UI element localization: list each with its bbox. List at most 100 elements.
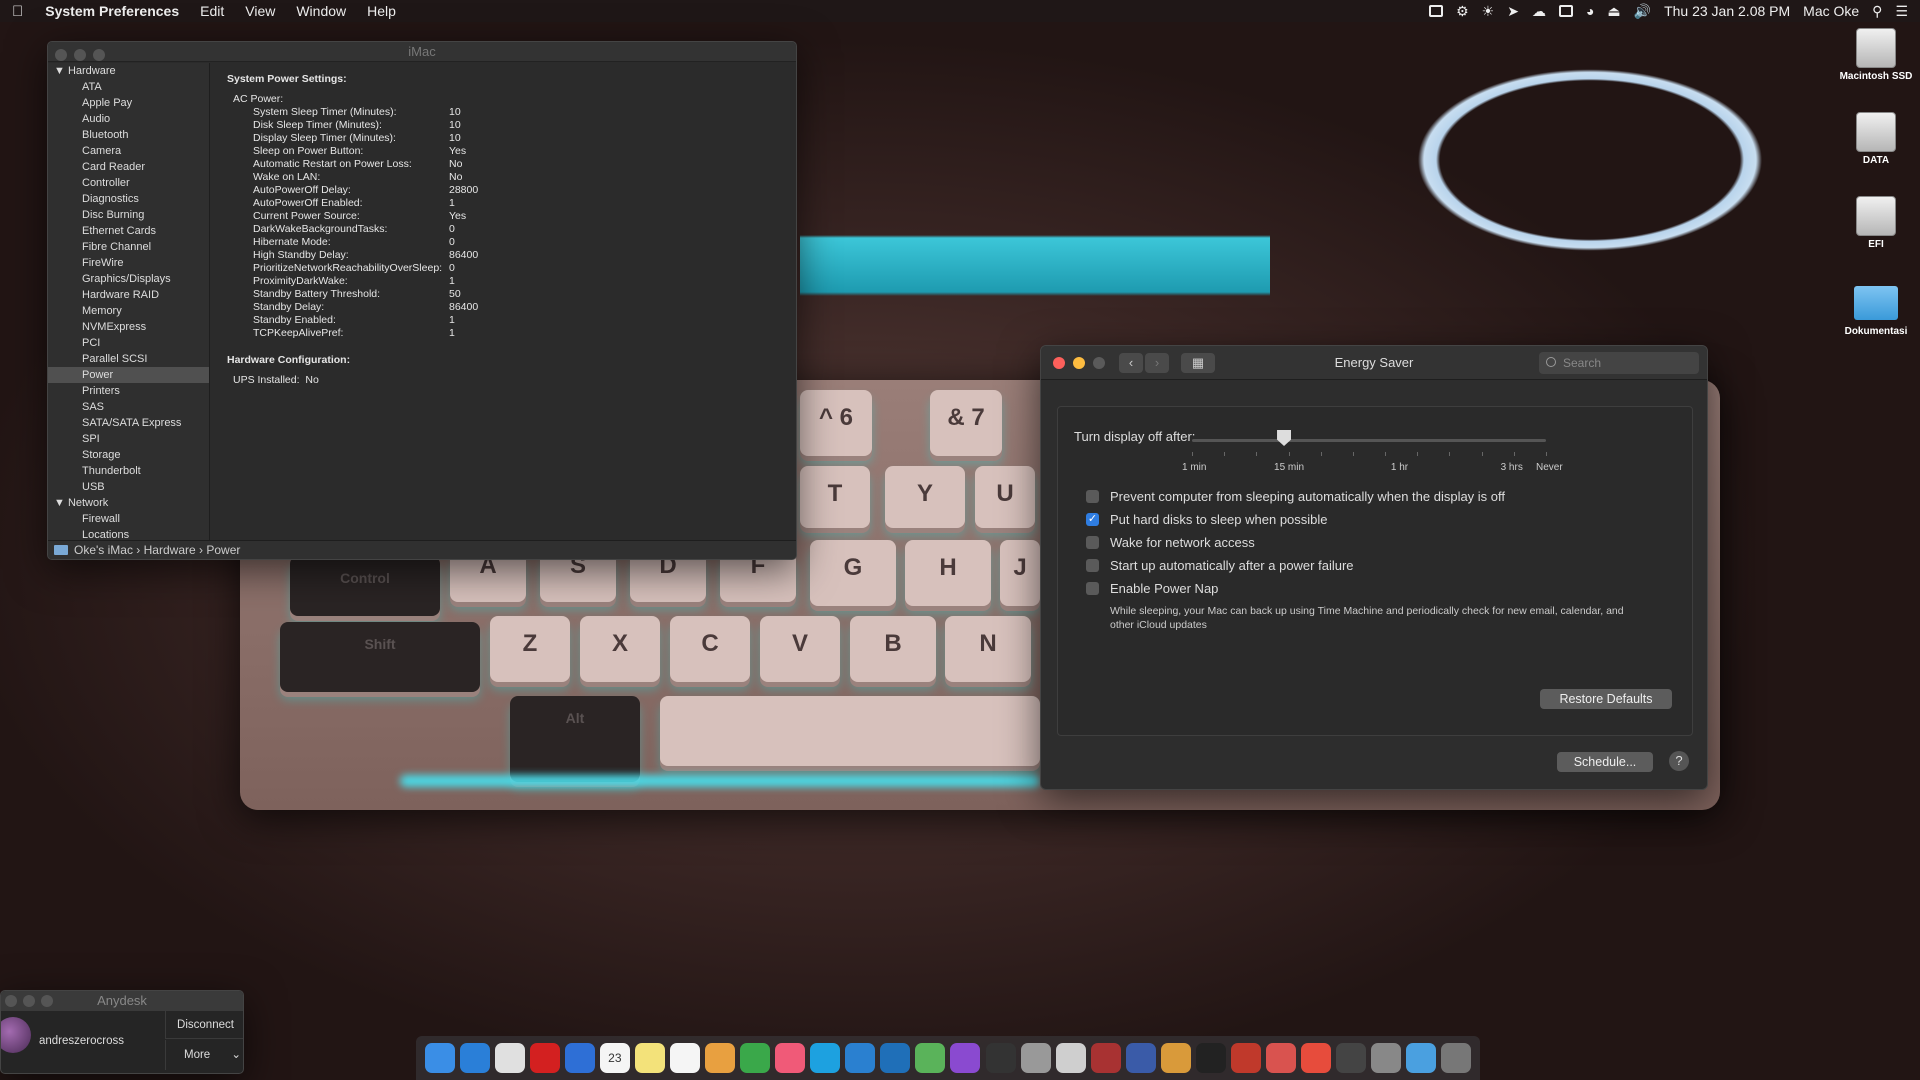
menu-window[interactable]: Window [296,3,346,19]
sidebar-item[interactable]: Memory [48,303,209,319]
sidebar-item[interactable]: Disc Burning [48,207,209,223]
user-name[interactable]: Mac Oke [1803,3,1859,19]
safari-icon[interactable] [459,1043,490,1073]
restore-defaults-button[interactable]: Restore Defaults [1540,689,1672,709]
photos-icon[interactable] [705,1043,736,1073]
sidebar-item[interactable]: Audio [48,111,209,127]
display-sleep-slider[interactable] [1192,439,1546,442]
sidebar-item[interactable]: SATA/SATA Express [48,415,209,431]
sidebar-group-hardware[interactable]: ▼ Hardware [48,63,209,79]
desktop-icon-efi[interactable]: EFI [1836,196,1916,250]
minimize-button[interactable] [74,49,86,61]
menu-app-name[interactable]: System Preferences [45,3,179,19]
slider-thumb[interactable] [1277,430,1292,446]
bird-icon[interactable]: ➤ [1507,3,1519,20]
sidebar-item[interactable]: Diagnostics [48,191,209,207]
trash-icon[interactable] [1441,1043,1472,1073]
disconnect-button[interactable]: Disconnect [165,1011,243,1039]
zoom-button[interactable] [41,995,53,1007]
sidebar-item[interactable]: Power [48,367,209,383]
window-titlebar[interactable]: iMac [48,42,796,62]
checkbox-box[interactable] [1086,559,1099,572]
notes-icon[interactable] [634,1043,665,1073]
menu-view[interactable]: View [245,3,275,19]
desktop-icon-dokumentasi[interactable]: Dokumentasi [1836,286,1916,337]
menu-help[interactable]: Help [367,3,396,19]
finder-icon[interactable] [424,1043,455,1073]
checkbox-disk-sleep[interactable]: ✓ Put hard disks to sleep when possible [1086,512,1328,527]
xcode-icon[interactable] [564,1043,595,1073]
trello-icon[interactable] [880,1043,911,1073]
zoom-button[interactable] [93,49,105,61]
window-titlebar[interactable]: ‹ › ▦ Energy Saver Search [1041,346,1707,380]
vscode-icon[interactable] [845,1043,876,1073]
brightness-icon[interactable]: ☀ [1482,3,1495,20]
phpstorm-icon[interactable] [950,1043,981,1073]
git-tower-icon[interactable] [1301,1043,1332,1073]
opera-icon[interactable] [529,1043,560,1073]
android-studio-icon[interactable] [915,1043,946,1073]
sidebar-item[interactable]: Parallel SCSI [48,351,209,367]
checkbox-power-nap[interactable]: Enable Power Nap [1086,581,1218,596]
checkbox-box[interactable] [1086,582,1099,595]
notification-center-icon[interactable]: ☰ [1895,3,1908,20]
volume-icon[interactable]: 🔊 [1634,3,1651,20]
checkbox-auto-startup[interactable]: Start up automatically after a power fai… [1086,558,1354,573]
sidebar-item[interactable]: Graphics/Displays [48,271,209,287]
inkscape-icon[interactable] [1336,1043,1367,1073]
cloud-icon[interactable]: ☁ [1532,3,1546,20]
clock[interactable]: Thu 23 Jan 2.08 PM [1664,3,1790,19]
downloads-folder-icon[interactable] [1406,1043,1437,1073]
reminders-icon[interactable] [669,1043,700,1073]
sidebar-item[interactable]: FireWire [48,255,209,271]
skype-icon[interactable] [810,1043,841,1073]
search-input[interactable]: Search [1539,352,1699,374]
nightowl-icon[interactable]: ⚙ [1456,3,1469,20]
unity-icon[interactable] [1195,1043,1226,1073]
sidebar-item[interactable]: Card Reader [48,159,209,175]
squash-icon[interactable] [1125,1043,1156,1073]
menu-edit[interactable]: Edit [200,3,224,19]
sequel-pro-icon[interactable] [1055,1043,1086,1073]
checkbox-box[interactable] [1086,536,1099,549]
photo-booth-icon[interactable] [1090,1043,1121,1073]
sidebar-item[interactable]: SAS [48,399,209,415]
system-preferences-icon[interactable] [1371,1043,1402,1073]
sidebar-item[interactable]: SPI [48,431,209,447]
sidebar-item[interactable]: Bluetooth [48,127,209,143]
sidebar-group-network[interactable]: ▼ Network [48,495,209,511]
calendar-icon[interactable]: 23 [599,1043,630,1073]
apple-menu-icon[interactable]:  [12,3,23,20]
desktop-icon-data[interactable]: DATA [1836,112,1916,166]
checkbox-box[interactable] [1086,490,1099,503]
sidebar-item[interactable]: NVMExpress [48,319,209,335]
sidebar-item[interactable]: ATA [48,79,209,95]
wifi-icon[interactable]: ◕ [1586,3,1594,19]
sidebar-item[interactable]: Controller [48,175,209,191]
help-button[interactable]: ? [1669,751,1689,771]
minimize-button[interactable] [23,995,35,1007]
sidebar-item[interactable]: Thunderbolt [48,463,209,479]
sidebar-item[interactable]: USB [48,479,209,495]
breadcrumb-item[interactable]: Hardware [144,543,196,557]
spotlight-icon[interactable]: ⚲ [1872,3,1882,20]
sidebar-item[interactable]: Storage [48,447,209,463]
breadcrumb-item[interactable]: Oke's iMac [74,543,133,557]
mission-control-icon[interactable] [1429,5,1444,17]
sidebar-item[interactable]: Camera [48,143,209,159]
window-titlebar[interactable]: Anydesk [1,991,243,1011]
eject-icon[interactable]: ⏏ [1607,3,1620,20]
sidebar-item[interactable]: Printers [48,383,209,399]
sidebar-item[interactable]: Ethernet Cards [48,223,209,239]
chrome-icon[interactable] [494,1043,525,1073]
filezilla-icon[interactable] [1230,1043,1261,1073]
checkbox-wake-network[interactable]: Wake for network access [1086,535,1255,550]
git-icon[interactable] [1266,1043,1297,1073]
activity-icon[interactable] [1558,5,1573,17]
checkbox-prevent-sleep[interactable]: Prevent computer from sleeping automatic… [1086,489,1505,504]
music-icon[interactable] [775,1043,806,1073]
close-button[interactable] [5,995,17,1007]
checkbox-box[interactable]: ✓ [1086,513,1099,526]
sidebar-item[interactable]: Hardware RAID [48,287,209,303]
database-icon[interactable] [1020,1043,1051,1073]
